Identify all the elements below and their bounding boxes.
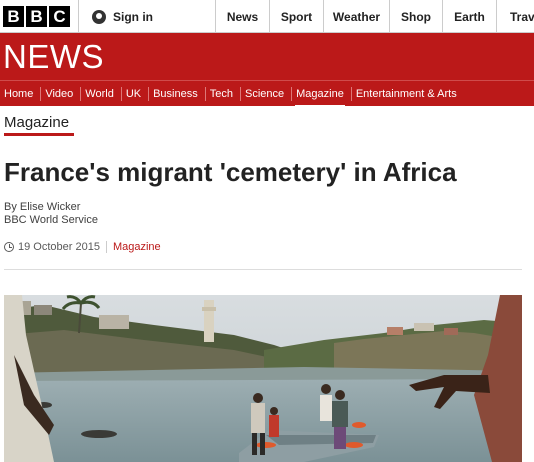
bbc-logo-letter: B (26, 6, 47, 27)
article-category-link[interactable]: Magazine (113, 241, 161, 253)
section-nav-uk[interactable]: UK (122, 86, 150, 101)
article-date: 19 October 2015 (18, 241, 100, 253)
bbc-logo-letter: B (3, 6, 24, 27)
section-nav-entertainment[interactable]: Entertainment & Arts (352, 87, 464, 101)
top-nav-earth[interactable]: Earth (443, 0, 497, 33)
top-nav-weather[interactable]: Weather (324, 0, 390, 33)
section-nav-home[interactable]: Home (0, 86, 42, 101)
section-nav-tech[interactable]: Tech (206, 86, 241, 101)
top-nav-sport[interactable]: Sport (270, 0, 324, 33)
article-headline: France's migrant 'cemetery' in Africa (4, 157, 457, 187)
section-nav-science[interactable]: Science (241, 86, 293, 101)
byline-role: BBC World Service (4, 214, 98, 226)
news-logo[interactable]: NEWS (3, 38, 104, 76)
harbor-photo-illustration (4, 295, 522, 462)
article-photo (4, 295, 522, 462)
bbc-logo[interactable]: B B C (3, 6, 70, 27)
divider (4, 269, 522, 270)
section-nav-world[interactable]: World (81, 86, 122, 101)
top-nav-news[interactable]: News (216, 0, 270, 33)
top-nav: News Sport Weather Shop Earth Travel (216, 0, 534, 33)
byline-author: By Elise Wicker (4, 201, 81, 213)
section-nav-magazine[interactable]: Magazine (292, 86, 352, 106)
signin-button[interactable]: Sign in (78, 0, 216, 33)
top-nav-travel[interactable]: Travel (497, 0, 534, 33)
section-nav: Home Video World UK Business Tech Scienc… (0, 80, 534, 106)
divider (105, 241, 107, 253)
top-nav-shop[interactable]: Shop (390, 0, 443, 33)
clock-icon (4, 242, 14, 252)
section-nav-video[interactable]: Video (41, 86, 82, 101)
bbc-logo-letter: C (49, 6, 70, 27)
top-bar: B B C Sign in News Sport Weather Shop Ea… (0, 0, 534, 33)
dateline: 19 October 2015 Magazine (4, 241, 161, 253)
signin-label: Sign in (113, 9, 153, 24)
section-nav-business[interactable]: Business (149, 86, 206, 101)
section-title[interactable]: Magazine (4, 114, 69, 131)
news-banner: NEWS (0, 33, 534, 80)
section-underline (4, 133, 74, 136)
user-icon (92, 9, 106, 24)
